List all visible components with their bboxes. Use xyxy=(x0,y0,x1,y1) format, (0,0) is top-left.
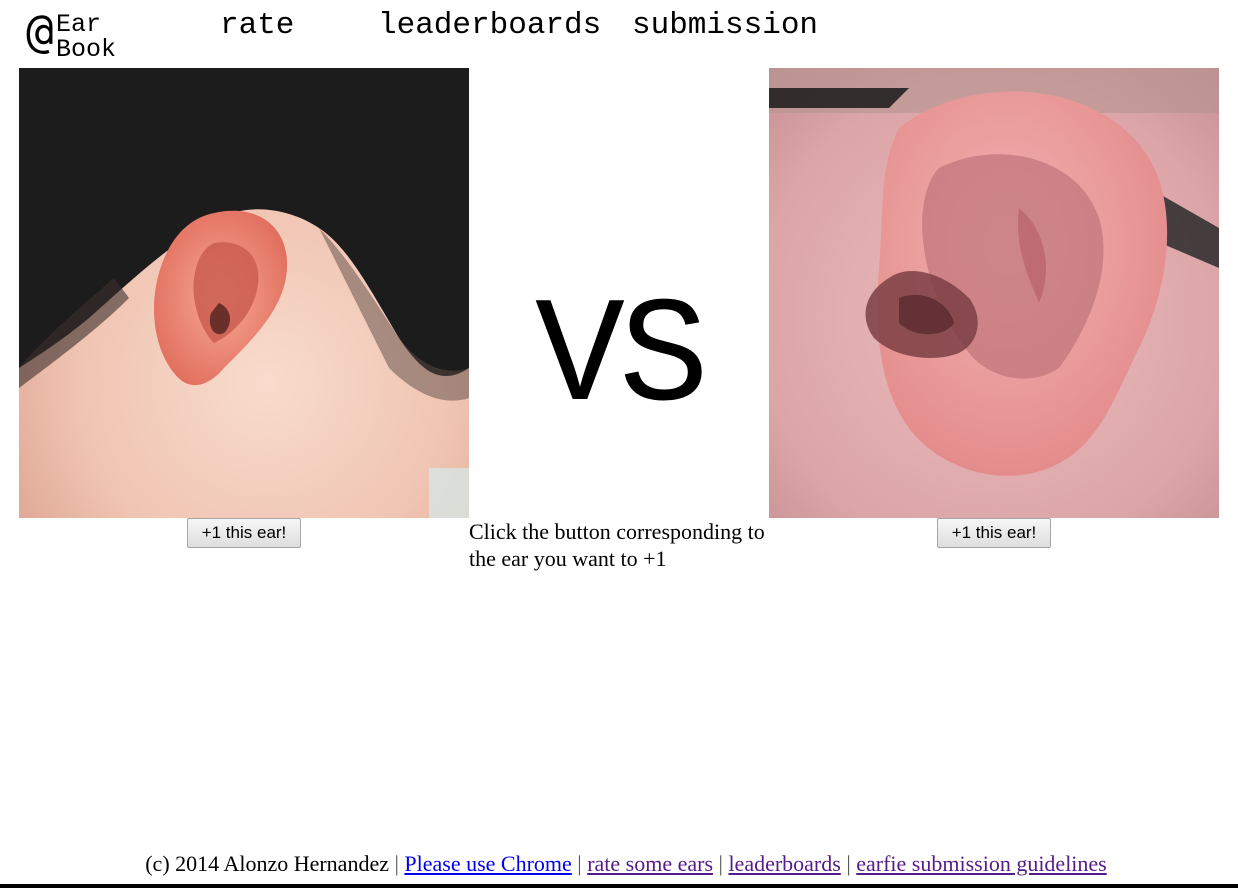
left-ear-photo xyxy=(19,68,469,518)
footer-separator: | xyxy=(718,851,723,876)
footer-link-leaderboards[interactable]: leaderboards xyxy=(728,851,840,876)
logo-text-ear: Ear xyxy=(56,10,102,39)
footer-separator: | xyxy=(846,851,851,876)
nav-submission-link[interactable]: submission xyxy=(632,8,818,44)
plus-one-right-ear-button[interactable]: +1 this ear! xyxy=(937,518,1051,548)
logo-at-symbol: @ xyxy=(26,4,54,58)
bottom-divider xyxy=(0,884,1238,888)
instructions-text: Click the button corresponding to the ea… xyxy=(469,519,765,571)
footer-link-use-chrome[interactable]: Please use Chrome xyxy=(404,851,571,876)
nav-rate-link[interactable]: rate xyxy=(220,8,294,44)
logo-text-book: Book xyxy=(56,35,117,64)
vs-label: VS xyxy=(534,275,709,445)
earbook-logo[interactable]: @ Ear Book xyxy=(26,4,126,62)
footer: (c) 2014 Alonzo Hernandez | Please use C… xyxy=(0,850,1238,878)
footer-separator: | xyxy=(577,851,582,876)
copyright-text: (c) 2014 Alonzo Hernandez xyxy=(145,851,389,876)
nav-leaderboards-link[interactable]: leaderboards xyxy=(378,8,601,44)
footer-link-rate[interactable]: rate some ears xyxy=(587,851,713,876)
footer-link-guidelines[interactable]: earfie submission guidelines xyxy=(856,851,1107,876)
footer-separator: | xyxy=(394,851,399,876)
plus-one-left-ear-button[interactable]: +1 this ear! xyxy=(187,518,301,548)
right-ear-photo xyxy=(769,68,1219,518)
